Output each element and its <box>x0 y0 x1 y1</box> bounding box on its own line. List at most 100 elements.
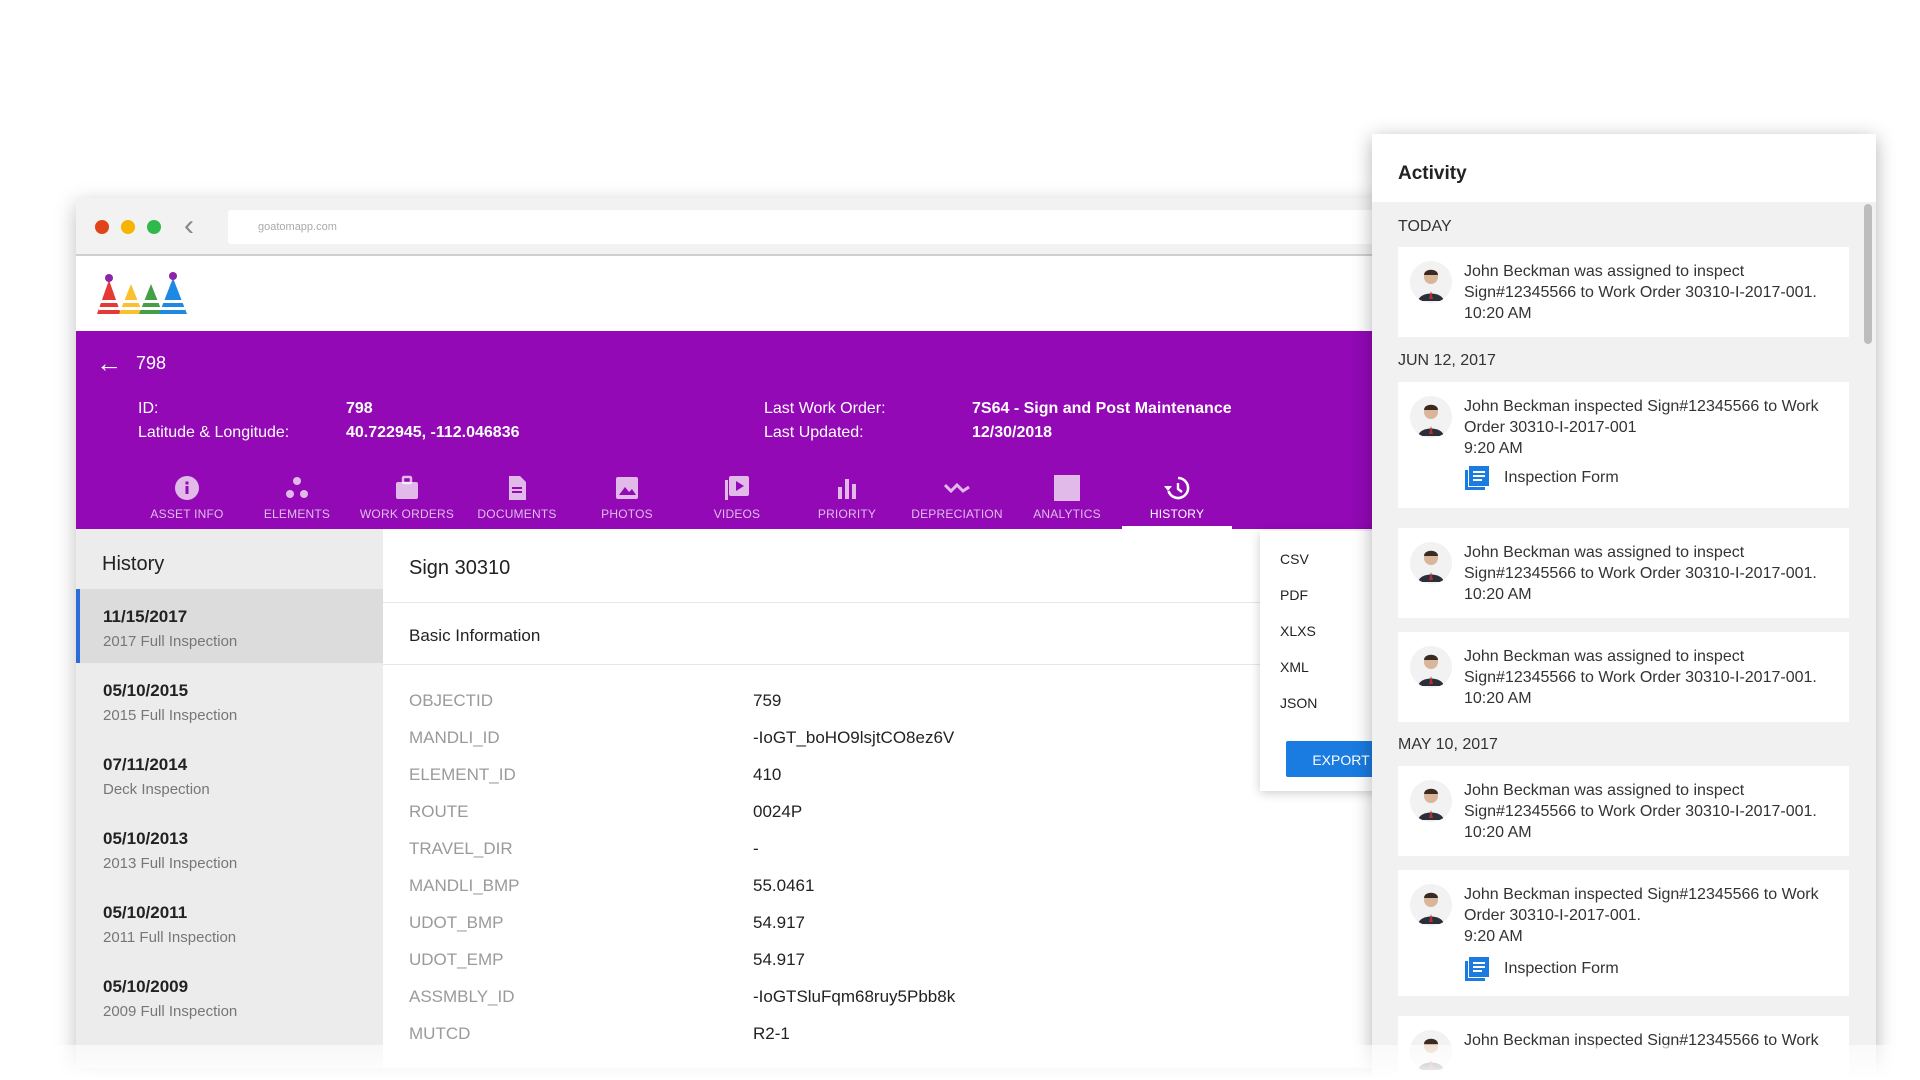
activity-card[interactable]: John Beckman was assigned to inspect Sig… <box>1398 247 1849 337</box>
app-header <box>76 256 1406 331</box>
attribute-key: UDOT_BMP <box>409 913 504 932</box>
history-item-type: 2015 Full Inspection <box>103 707 238 724</box>
activity-card[interactable]: John Beckman inspected Sign#12345566 to … <box>1398 382 1849 508</box>
history-item-type: 2013 Full Inspection <box>103 855 238 872</box>
activity-panel: Activity TODAY John Beckman was assigned… <box>1372 134 1876 1080</box>
last-workorder-label: Last Work Order: <box>764 400 886 417</box>
history-item-date: 05/10/2009 <box>103 977 189 996</box>
history-item[interactable]: 07/11/2014 Deck Inspection <box>76 737 383 811</box>
attribute-value: -IoGT_boHO9lsjtCO8ez6V <box>753 728 955 747</box>
info-icon <box>175 476 199 500</box>
activity-scrollbar[interactable] <box>1864 204 1872 344</box>
attribute-row: OBJECTID 759 <box>383 681 1406 718</box>
inspection-form-link[interactable]: Inspection Form <box>1464 465 1619 491</box>
tab-documents[interactable]: DOCUMENTS <box>462 469 572 529</box>
tab-videos[interactable]: VIDEOS <box>682 469 792 529</box>
avatar <box>1410 542 1452 584</box>
attribute-row: ELEMENT_ID 410 <box>383 755 1406 792</box>
activity-card[interactable]: John Beckman was assigned to inspect Sig… <box>1398 766 1849 856</box>
attribute-value: 55.0461 <box>753 876 815 895</box>
history-item-date: 11/15/2017 <box>103 607 188 626</box>
attribute-key: ELEMENT_ID <box>409 765 516 784</box>
minimize-window-button[interactable] <box>121 220 135 234</box>
export-option-json[interactable]: JSON <box>1280 695 1317 711</box>
last-workorder-value: 7S64 - Sign and Post Maintenance <box>972 400 1232 417</box>
history-item-type: 2017 Full Inspection <box>103 633 238 650</box>
main-content: History 11/15/2017 2017 Full Inspection … <box>76 529 1406 1068</box>
document-icon <box>509 476 526 500</box>
attribute-value: 759 <box>753 691 782 710</box>
history-item[interactable]: 05/10/2015 2015 Full Inspection <box>76 663 383 737</box>
attribute-value: R2-1 <box>753 1024 790 1043</box>
close-window-button[interactable] <box>95 220 109 234</box>
attribute-row: UDOT_EMP 54.917 <box>383 940 1406 977</box>
attribute-key: MUTCD <box>409 1024 471 1043</box>
tab-label: WORK ORDERS <box>359 507 455 521</box>
tab-label: DEPRECIATION <box>911 507 1003 521</box>
activity-group-label: JUN 12, 2017 <box>1398 352 1496 369</box>
activity-card[interactable]: John Beckman inspected Sign#12345566 to … <box>1398 870 1849 996</box>
avatar <box>1410 261 1452 303</box>
maximize-window-button[interactable] <box>147 220 161 234</box>
app-logo[interactable] <box>95 270 195 316</box>
last-updated-value: 12/30/2018 <box>972 424 1053 441</box>
activity-text: John Beckman inspected Sign#12345566 to … <box>1464 886 1819 945</box>
tab-asset-info[interactable]: ASSET INFO <box>132 469 242 529</box>
attribute-key: ROUTE <box>409 802 469 821</box>
id-value: 798 <box>346 400 373 417</box>
export-option-xml[interactable]: XML <box>1280 659 1309 675</box>
latlng-value: 40.722945, -112.046836 <box>346 424 520 441</box>
export-option-xlxs[interactable]: XLXS <box>1280 623 1316 639</box>
history-item-type: 2009 Full Inspection <box>103 1003 238 1020</box>
attribute-row: ASSMBLY_ID -IoGTSluFqm68ruy5Pbb8k <box>383 977 1406 1014</box>
avatar <box>1410 884 1452 926</box>
activity-card[interactable]: John Beckman was assigned to inspect Sig… <box>1398 632 1849 722</box>
tab-photos[interactable]: PHOTOS <box>572 469 682 529</box>
address-bar[interactable]: goatomapp.com <box>228 210 1388 244</box>
attribute-value: 0024P <box>753 802 803 821</box>
history-item-date: 05/10/2015 <box>103 681 189 700</box>
avatar <box>1410 646 1452 688</box>
attribute-key: UDOT_EMP <box>409 950 504 969</box>
tab-label: PHOTOS <box>601 507 653 521</box>
history-item-type: 2011 Full Inspection <box>103 929 237 946</box>
activity-card[interactable]: John Beckman was assigned to inspect Sig… <box>1398 528 1849 618</box>
export-option-csv[interactable]: CSV <box>1280 551 1309 567</box>
detail-title: Sign 30310 <box>383 529 1406 603</box>
tab-history[interactable]: HISTORY <box>1122 469 1232 529</box>
history-item[interactable]: 05/10/2009 2009 Full Inspection <box>76 959 383 1033</box>
photo-icon <box>616 477 638 499</box>
asset-title: 798 <box>136 353 167 373</box>
browser-toolbar: ‹ goatomapp.com <box>76 198 1406 256</box>
back-arrow-icon[interactable]: ← <box>96 350 122 376</box>
tab-priority[interactable]: PRIORITY <box>792 469 902 529</box>
history-sidebar: History 11/15/2017 2017 Full Inspection … <box>76 529 383 1068</box>
browser-back-icon[interactable]: ‹ <box>184 211 194 241</box>
attribute-key: OBJECTID <box>409 691 494 710</box>
tab-label: HISTORY <box>1149 507 1205 521</box>
history-item[interactable]: 05/10/2013 2013 Full Inspection <box>76 811 383 885</box>
section-header: Basic Information <box>383 603 1406 665</box>
latlng-label: Latitude & Longitude: <box>138 424 290 441</box>
avatar <box>1410 780 1452 822</box>
attribute-key: TRAVEL_DIR <box>409 839 513 858</box>
history-item-type: Deck Inspection <box>103 781 210 798</box>
history-item[interactable]: 11/15/2017 2017 Full Inspection <box>76 589 383 663</box>
history-item[interactable]: 05/10/2011 2011 Full Inspection <box>76 885 383 959</box>
tab-label: ANALYTICS <box>1033 507 1101 521</box>
tab-work-orders[interactable]: WORK ORDERS <box>352 469 462 529</box>
attribute-value: 54.917 <box>753 913 805 932</box>
activity-group-label: MAY 10, 2017 <box>1398 736 1498 753</box>
history-item-date: 07/11/2014 <box>103 755 188 774</box>
tab-label: ELEMENTS <box>263 507 331 521</box>
attribute-key: MANDLI_BMP <box>409 876 520 895</box>
tab-analytics[interactable]: ANALYTICS <box>1012 469 1122 529</box>
history-item-date: 05/10/2011 <box>103 903 188 922</box>
tab-elements[interactable]: ELEMENTS <box>242 469 352 529</box>
elements-icon <box>286 477 308 498</box>
inspection-form-link[interactable]: Inspection Form <box>1464 956 1619 982</box>
tab-label: DOCUMENTS <box>477 507 557 521</box>
tab-depreciation[interactable]: DEPRECIATION <box>902 469 1012 529</box>
export-option-pdf[interactable]: PDF <box>1280 587 1308 603</box>
activity-text: John Beckman was assigned to inspect Sig… <box>1464 648 1817 707</box>
